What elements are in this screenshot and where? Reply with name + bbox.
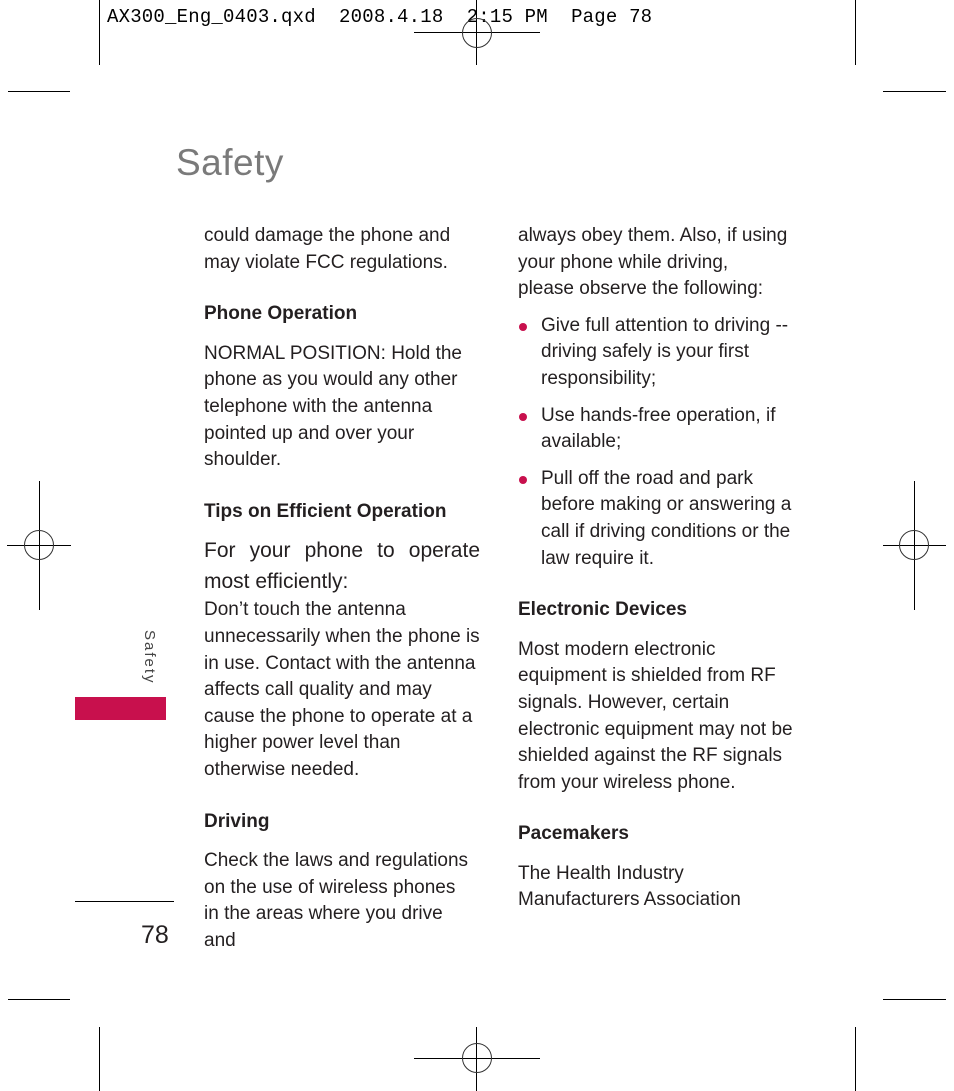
bullet-icon <box>519 322 527 331</box>
tips-lead: For your phone to operate most efficient… <box>204 539 480 594</box>
page-number: 78 <box>141 921 169 949</box>
side-tab-marker <box>75 697 166 720</box>
list-item: Use hands-free operation, if available; <box>518 403 798 456</box>
bullet-icon <box>519 475 527 484</box>
page-title: Safety <box>176 142 284 183</box>
heading-driving: Driving <box>204 810 270 832</box>
intro-line: could damage the phone and <box>204 225 451 246</box>
heading-electronic-devices: Electronic Devices <box>518 599 687 621</box>
bullet-text: Use hands-free operation, if available; <box>541 404 776 453</box>
side-tab-label: Safety <box>141 630 158 685</box>
crop-mark <box>855 1027 856 1091</box>
crop-mark <box>883 999 946 1000</box>
driving-body: Check the laws and regulations on the us… <box>204 850 469 951</box>
crop-mark <box>99 0 100 65</box>
crop-mark <box>8 999 70 1000</box>
driving-continued: always obey them. Also, if using your ph… <box>518 225 788 300</box>
crop-mark <box>883 91 946 92</box>
crop-mark <box>8 91 70 92</box>
left-column: could damage the phone and may violate F… <box>204 223 484 954</box>
intro-line: may violate FCC regulations. <box>204 251 448 273</box>
heading-pacemakers: Pacemakers <box>518 823 629 845</box>
tips-body: Don’t touch the antenna unnecessarily wh… <box>204 599 480 780</box>
crop-mark <box>99 1027 100 1091</box>
bullet-text: Pull off the road and park before making… <box>541 467 792 569</box>
print-slug: AX300_Eng_0403.qxd 2008.4.18 2:15 PM Pag… <box>107 6 653 28</box>
electronic-devices-body: Most modern electronic equipment is shie… <box>518 638 793 793</box>
list-item: Give full attention to driving -- drivin… <box>518 313 798 393</box>
bullet-text: Give full attention to driving -- drivin… <box>541 314 789 389</box>
list-item: Pull off the road and park before making… <box>518 466 798 572</box>
heading-phone-operation: Phone Operation <box>204 303 358 325</box>
phone-operation-body: NORMAL POSITION: Hold the phone as you w… <box>204 342 462 471</box>
crop-mark <box>855 0 856 65</box>
footer-rule <box>75 901 174 902</box>
heading-tips-efficient-operation: Tips on Efficient Operation <box>204 500 447 522</box>
right-column: always obey them. Also, if using your ph… <box>518 223 798 914</box>
bullet-icon <box>519 412 527 421</box>
pacemakers-body: The Health Industry Manufacturers Associ… <box>518 862 741 911</box>
driving-bullet-list: Give full attention to driving -- drivin… <box>518 313 798 572</box>
